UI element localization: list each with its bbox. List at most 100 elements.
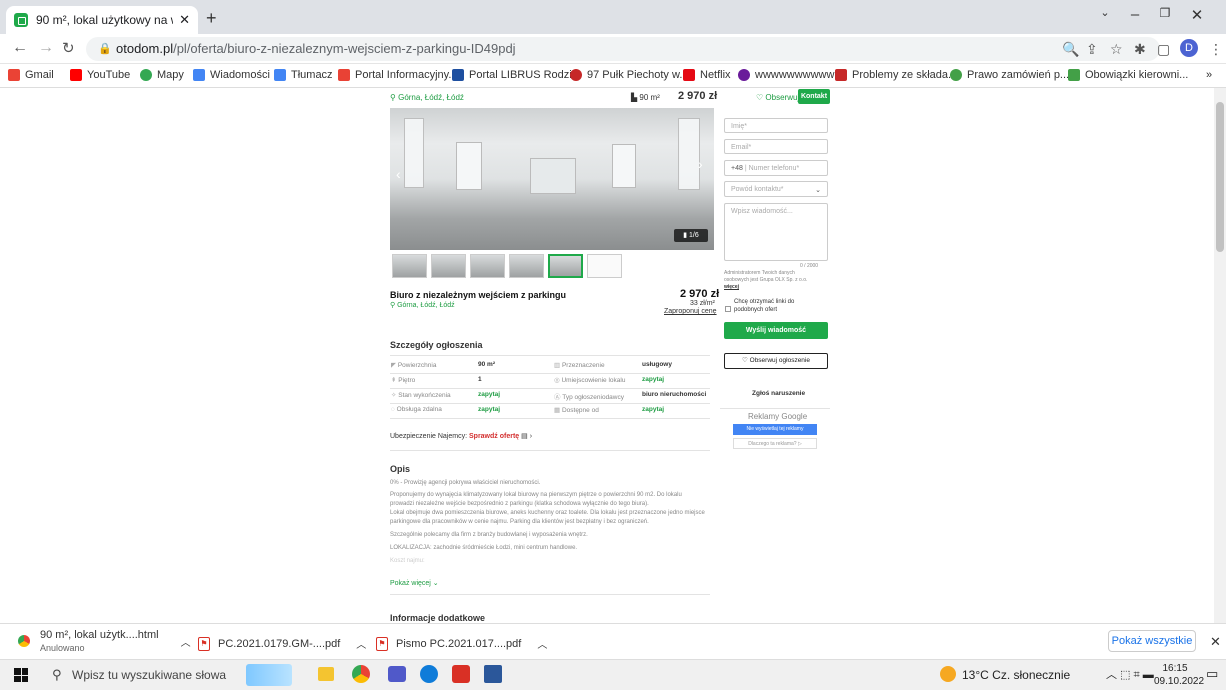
edge-icon[interactable] [420, 665, 438, 683]
teams-icon[interactable] [388, 666, 406, 682]
minimize-button[interactable]: – [1120, 6, 1150, 23]
divider [390, 450, 710, 451]
close-window-button[interactable]: ✕ [1182, 6, 1212, 24]
reload-icon[interactable]: ↻ [62, 39, 75, 57]
detail-label: ◤ Powierzchnia [391, 362, 437, 369]
bookmark-translate[interactable]: Tłumacz [274, 69, 333, 81]
description-line: Szczególnie polecamy dla firm z branży b… [390, 532, 588, 538]
profile-avatar[interactable]: D [1180, 39, 1198, 57]
photo-counter: ▮ 1/6 [674, 229, 708, 242]
listing-photo[interactable]: ‹ › ▮ 1/6 [390, 108, 714, 250]
floor-plan-thumbnail[interactable] [587, 254, 622, 278]
photo-thumbnail[interactable] [509, 254, 544, 278]
chrome-icon [18, 635, 30, 647]
next-photo-icon[interactable]: › [698, 156, 703, 172]
description-line: LOKALIZACJA: zachodnie śródmieście Łodzi… [390, 545, 578, 551]
chevron-up-icon[interactable]: ︿ [181, 634, 191, 649]
browser-tab[interactable]: 90 m², lokal użytkowy na wynaje ✕ [6, 6, 198, 34]
similar-offers-checkbox[interactable] [725, 306, 731, 312]
chevron-up-icon[interactable]: ︿ [537, 636, 547, 651]
chevron-up-icon[interactable]: ︿ [356, 636, 366, 651]
admin-note: Administratorem Twoich danych [724, 270, 795, 276]
new-tab-button[interactable]: + [206, 8, 217, 29]
tab-search-icon[interactable]: ⌄ [1090, 6, 1120, 19]
side-panel-icon[interactable]: ▢ [1157, 41, 1170, 58]
bookmark-regiment[interactable]: 97 Pułk Piechoty w... [570, 69, 689, 81]
offer-price-link[interactable]: Zaproponuj cenę [664, 308, 717, 315]
bookmark-maps[interactable]: Mapy [140, 69, 184, 81]
detail-icon: ◤ [391, 362, 398, 369]
description-line: Proponujemy do wynajęcia klimatyzowany l… [390, 492, 682, 498]
zoom-icon[interactable]: 🔍 [1062, 41, 1079, 58]
sticky-observe-button[interactable]: ♡ Obserwuj [756, 93, 799, 102]
weather-icon[interactable] [940, 666, 956, 682]
taskbar-search-input[interactable]: Wpisz tu wyszukiwane słowa [72, 668, 226, 682]
insurance-link[interactable]: Sprawdź ofertę [469, 433, 519, 440]
description-line: 0% - Prowizję agencji pokrywa właściciel… [390, 480, 541, 486]
word-icon[interactable] [484, 665, 502, 683]
show-more-link[interactable]: Pokaż więcej ⌄ [390, 579, 439, 587]
hide-ad-button[interactable]: Nie wyświetlaj tej reklamy [733, 424, 817, 435]
share-icon[interactable]: ⇪ [1086, 41, 1098, 58]
photo-thumbnail[interactable] [470, 254, 505, 278]
download-item[interactable]: ⚑ PC.2021.0179.GM-....pdf ︿ [198, 636, 366, 651]
bookmark-www[interactable]: wwwwwwwwww [738, 69, 834, 81]
search-icon[interactable]: ⚲ [52, 667, 62, 683]
email-input[interactable]: Email* [724, 139, 828, 154]
file-explorer-icon[interactable] [318, 667, 334, 681]
bookmark-gmail[interactable]: Gmail [8, 69, 54, 81]
why-ad-button[interactable]: Dlaczego ta reklama? ▷ [733, 438, 817, 449]
librus-icon [452, 69, 464, 81]
restore-button[interactable]: ❐ [1150, 6, 1180, 20]
notifications-icon[interactable]: ▭ [1206, 666, 1218, 682]
maps-pin-icon [140, 69, 152, 81]
more-bookmarks-icon[interactable]: » [1206, 69, 1212, 81]
tray-icons[interactable]: ︿ ⬚ ⌗ ▬ [1106, 666, 1154, 682]
scrollbar-thumb[interactable] [1216, 102, 1224, 252]
window-left-2 [456, 142, 482, 190]
observe-ad-button[interactable]: ♡ Obserwuj ogłoszenie [724, 353, 828, 369]
acrobat-icon[interactable] [452, 665, 470, 683]
sticky-contact-button[interactable]: Kontakt [798, 89, 830, 104]
name-input[interactable]: Imię* [724, 118, 828, 133]
back-icon[interactable]: ← [12, 39, 28, 57]
url-field[interactable]: 🔒 otodom.pl/pl/oferta/biuro-z-niezalezny… [86, 37, 1160, 61]
weather-text[interactable]: 13°C Cz. słonecznie [962, 668, 1070, 682]
forward-icon[interactable]: → [38, 39, 54, 57]
extensions-icon[interactable]: ✱ [1134, 41, 1146, 58]
browser-menu-icon[interactable]: ⋮ [1209, 41, 1223, 58]
clock[interactable]: 16:15 09.10.2022 [1154, 662, 1204, 688]
photo-thumbnail[interactable] [431, 254, 466, 278]
divider [390, 594, 710, 595]
chrome-taskbar-icon[interactable] [352, 665, 370, 683]
close-downloads-icon[interactable]: ✕ [1210, 634, 1221, 650]
detail-value: 90 m² [478, 361, 495, 368]
admin-more-link[interactable]: więcej [724, 284, 739, 290]
report-link[interactable]: Zgłoś naruszenie [752, 390, 805, 397]
send-message-button[interactable]: Wyślij wiadomość [724, 322, 828, 339]
photo-thumbnail[interactable] [392, 254, 427, 278]
close-tab-icon[interactable]: ✕ [179, 12, 190, 28]
contact-reason-select[interactable]: Powód kontaktu* ⌄ [724, 181, 828, 197]
message-textarea[interactable]: Wpisz wiadomość... [724, 203, 828, 261]
download-item[interactable]: ⚑ Pismo PC.2021.017....pdf ︿ [376, 636, 547, 651]
bookmark-librus[interactable]: Portal LIBRUS Rodzi... [452, 69, 581, 81]
window-right-2 [612, 144, 636, 188]
download-item[interactable]: 90 m², lokal użytk....html Anulowano ︿ [18, 629, 191, 653]
regiment-icon [570, 69, 582, 81]
photo-thumbnail[interactable] [548, 254, 583, 278]
page-scrollbar[interactable] [1214, 88, 1226, 623]
bookmark-news[interactable]: Wiadomości [193, 69, 270, 81]
windows-start-icon[interactable] [14, 668, 28, 682]
bookmark-netflix[interactable]: Netflix [683, 69, 731, 81]
prev-photo-icon[interactable]: ‹ [396, 166, 401, 182]
bookmark-duties[interactable]: Obowiązki kierowni... [1068, 69, 1188, 81]
bookmark-law[interactable]: Prawo zamówień p... [950, 69, 1069, 81]
bookmark-star-icon[interactable]: ☆ [1110, 41, 1123, 58]
listing-location[interactable]: ⚲ Górna, Łódź, Łódź [390, 301, 455, 309]
show-all-downloads-button[interactable]: Pokaż wszystkie [1108, 630, 1196, 652]
bookmark-problems[interactable]: Problemy ze składa... [835, 69, 957, 81]
bookmark-youtube[interactable]: YouTube [70, 69, 130, 81]
phone-input[interactable]: +48 | Numer telefonu* [724, 160, 828, 176]
bookmark-portal[interactable]: Portal Informacyjny... [338, 69, 458, 81]
